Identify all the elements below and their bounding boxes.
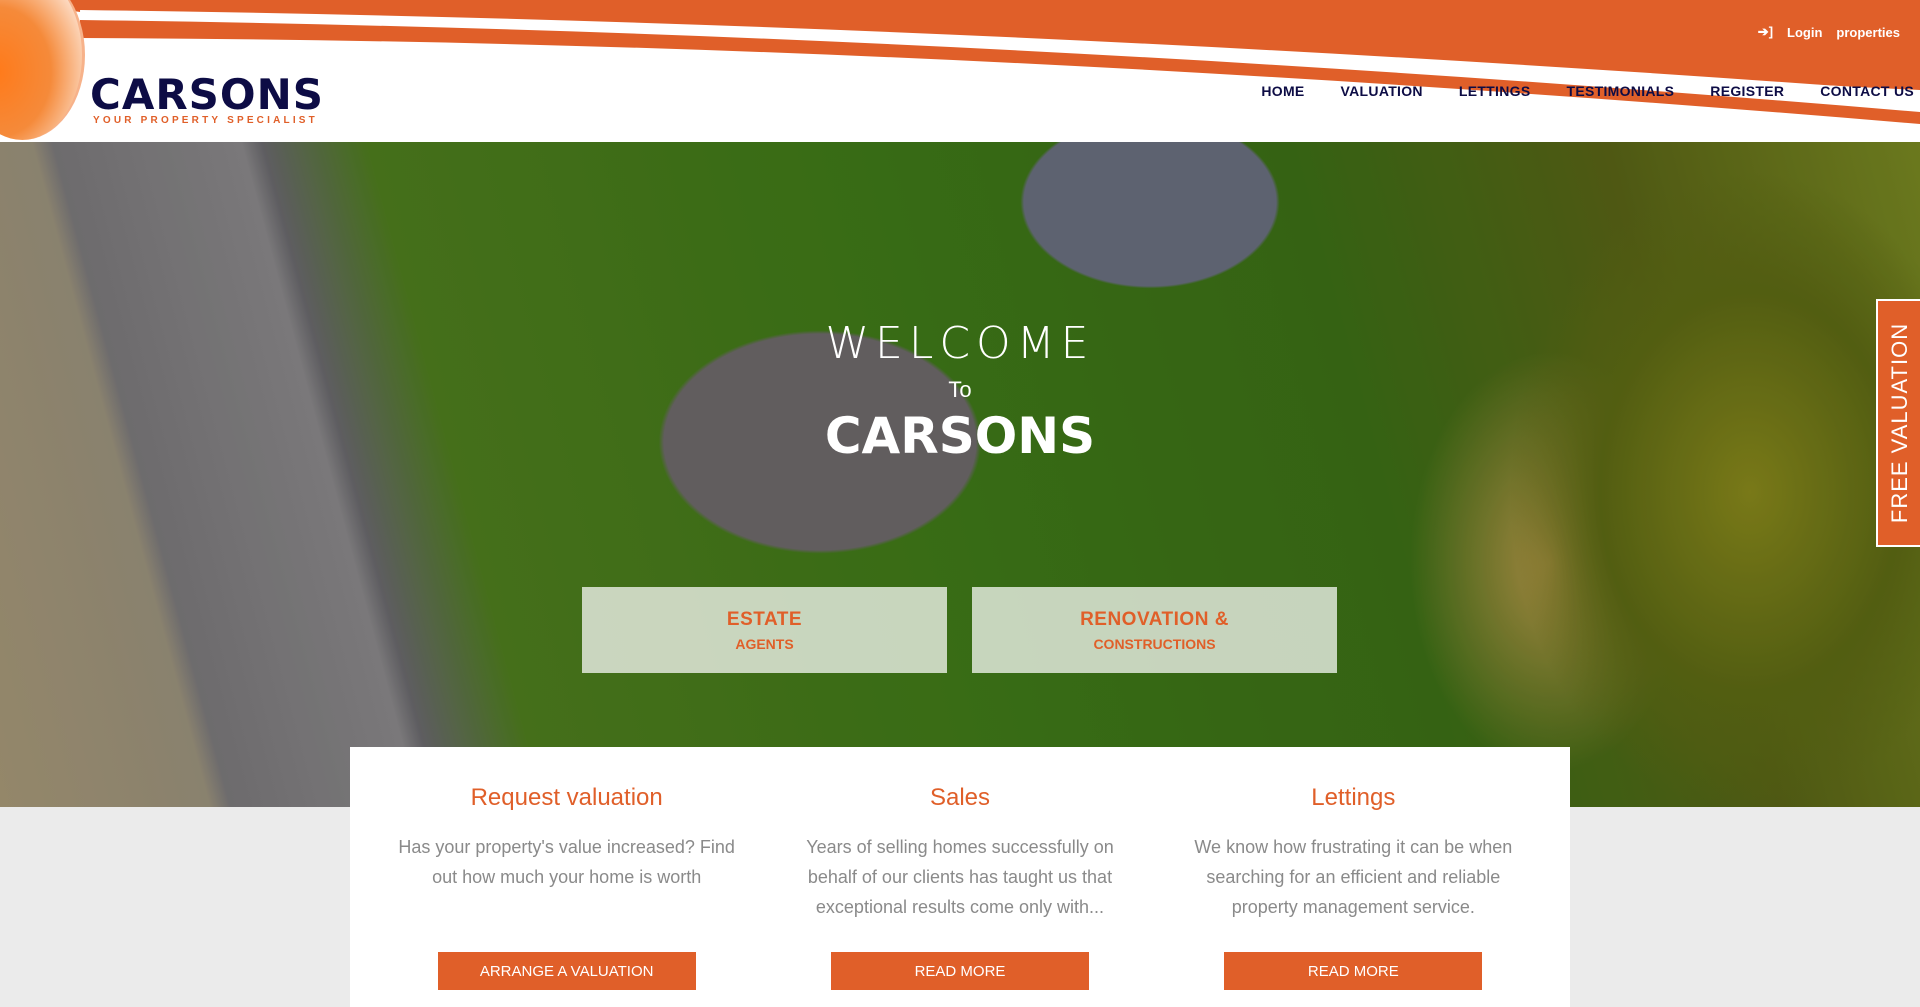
properties-link[interactable]: properties — [1836, 25, 1900, 40]
hero-image — [0, 142, 1920, 807]
free-valuation-tab[interactable]: FREE VALUATION — [1876, 299, 1920, 547]
card-sales: Sales Years of selling homes successfull… — [763, 747, 1156, 1007]
nav-valuation[interactable]: VALUATION — [1341, 83, 1423, 99]
site-header: CARSONS YOUR PROPERTY SPECIALIST ➔] Logi… — [0, 0, 1920, 142]
card-title: Request valuation — [470, 784, 663, 811]
nav-contact-us[interactable]: CONTACT US — [1820, 83, 1914, 99]
card-text: Years of selling homes successfully on b… — [806, 837, 1114, 917]
lettings-read-more-button[interactable]: READ MORE — [1224, 952, 1483, 990]
card-title: Sales — [929, 784, 991, 811]
sign-in-icon: ➔] — [1757, 24, 1774, 39]
arrange-valuation-button[interactable]: ARRANGE A VALUATION — [437, 952, 696, 990]
services-panel: Request valuation Has your property's va… — [350, 747, 1570, 1007]
main-nav: HOME VALUATION LETTINGS TESTIMONIALS REG… — [1261, 83, 1914, 99]
hero-welcome: WELCOME — [825, 318, 1095, 369]
hero-to: To — [948, 377, 972, 402]
button-line2: AGENTS — [735, 636, 794, 652]
logo-tagline: YOUR PROPERTY SPECIALIST — [93, 115, 318, 126]
nav-home[interactable]: HOME — [1261, 83, 1304, 99]
sales-read-more-button[interactable]: READ MORE — [830, 952, 1089, 990]
card-text: Has your property's value increased? Fin… — [398, 837, 735, 887]
nav-lettings[interactable]: LETTINGS — [1459, 83, 1531, 99]
card-title: Lettings — [1311, 784, 1396, 811]
hero-brand: CARSONS — [824, 407, 1096, 465]
nav-register[interactable]: REGISTER — [1710, 83, 1784, 99]
login-link[interactable]: Login — [1787, 25, 1822, 40]
card-text: We know how frustrating it can be when s… — [1194, 837, 1513, 917]
logo[interactable]: CARSONS — [90, 70, 324, 119]
button-line1: RENOVATION & — [1080, 609, 1229, 630]
renovation-constructions-button[interactable]: RENOVATION & CONSTRUCTIONS — [972, 587, 1337, 673]
free-valuation-label: FREE VALUATION — [1887, 322, 1912, 524]
card-request-valuation: Request valuation Has your property's va… — [370, 747, 763, 1007]
estate-agents-button[interactable]: ESTATE AGENTS — [582, 587, 947, 673]
button-line2: CONSTRUCTIONS — [1093, 636, 1216, 652]
hero-banner: WELCOME To CARSONS ESTATE AGENTS RENOVAT… — [0, 142, 1920, 807]
card-lettings: Lettings We know how frustrating it can … — [1157, 747, 1550, 1007]
button-line1: ESTATE — [726, 609, 803, 630]
nav-testimonials[interactable]: TESTIMONIALS — [1566, 83, 1674, 99]
